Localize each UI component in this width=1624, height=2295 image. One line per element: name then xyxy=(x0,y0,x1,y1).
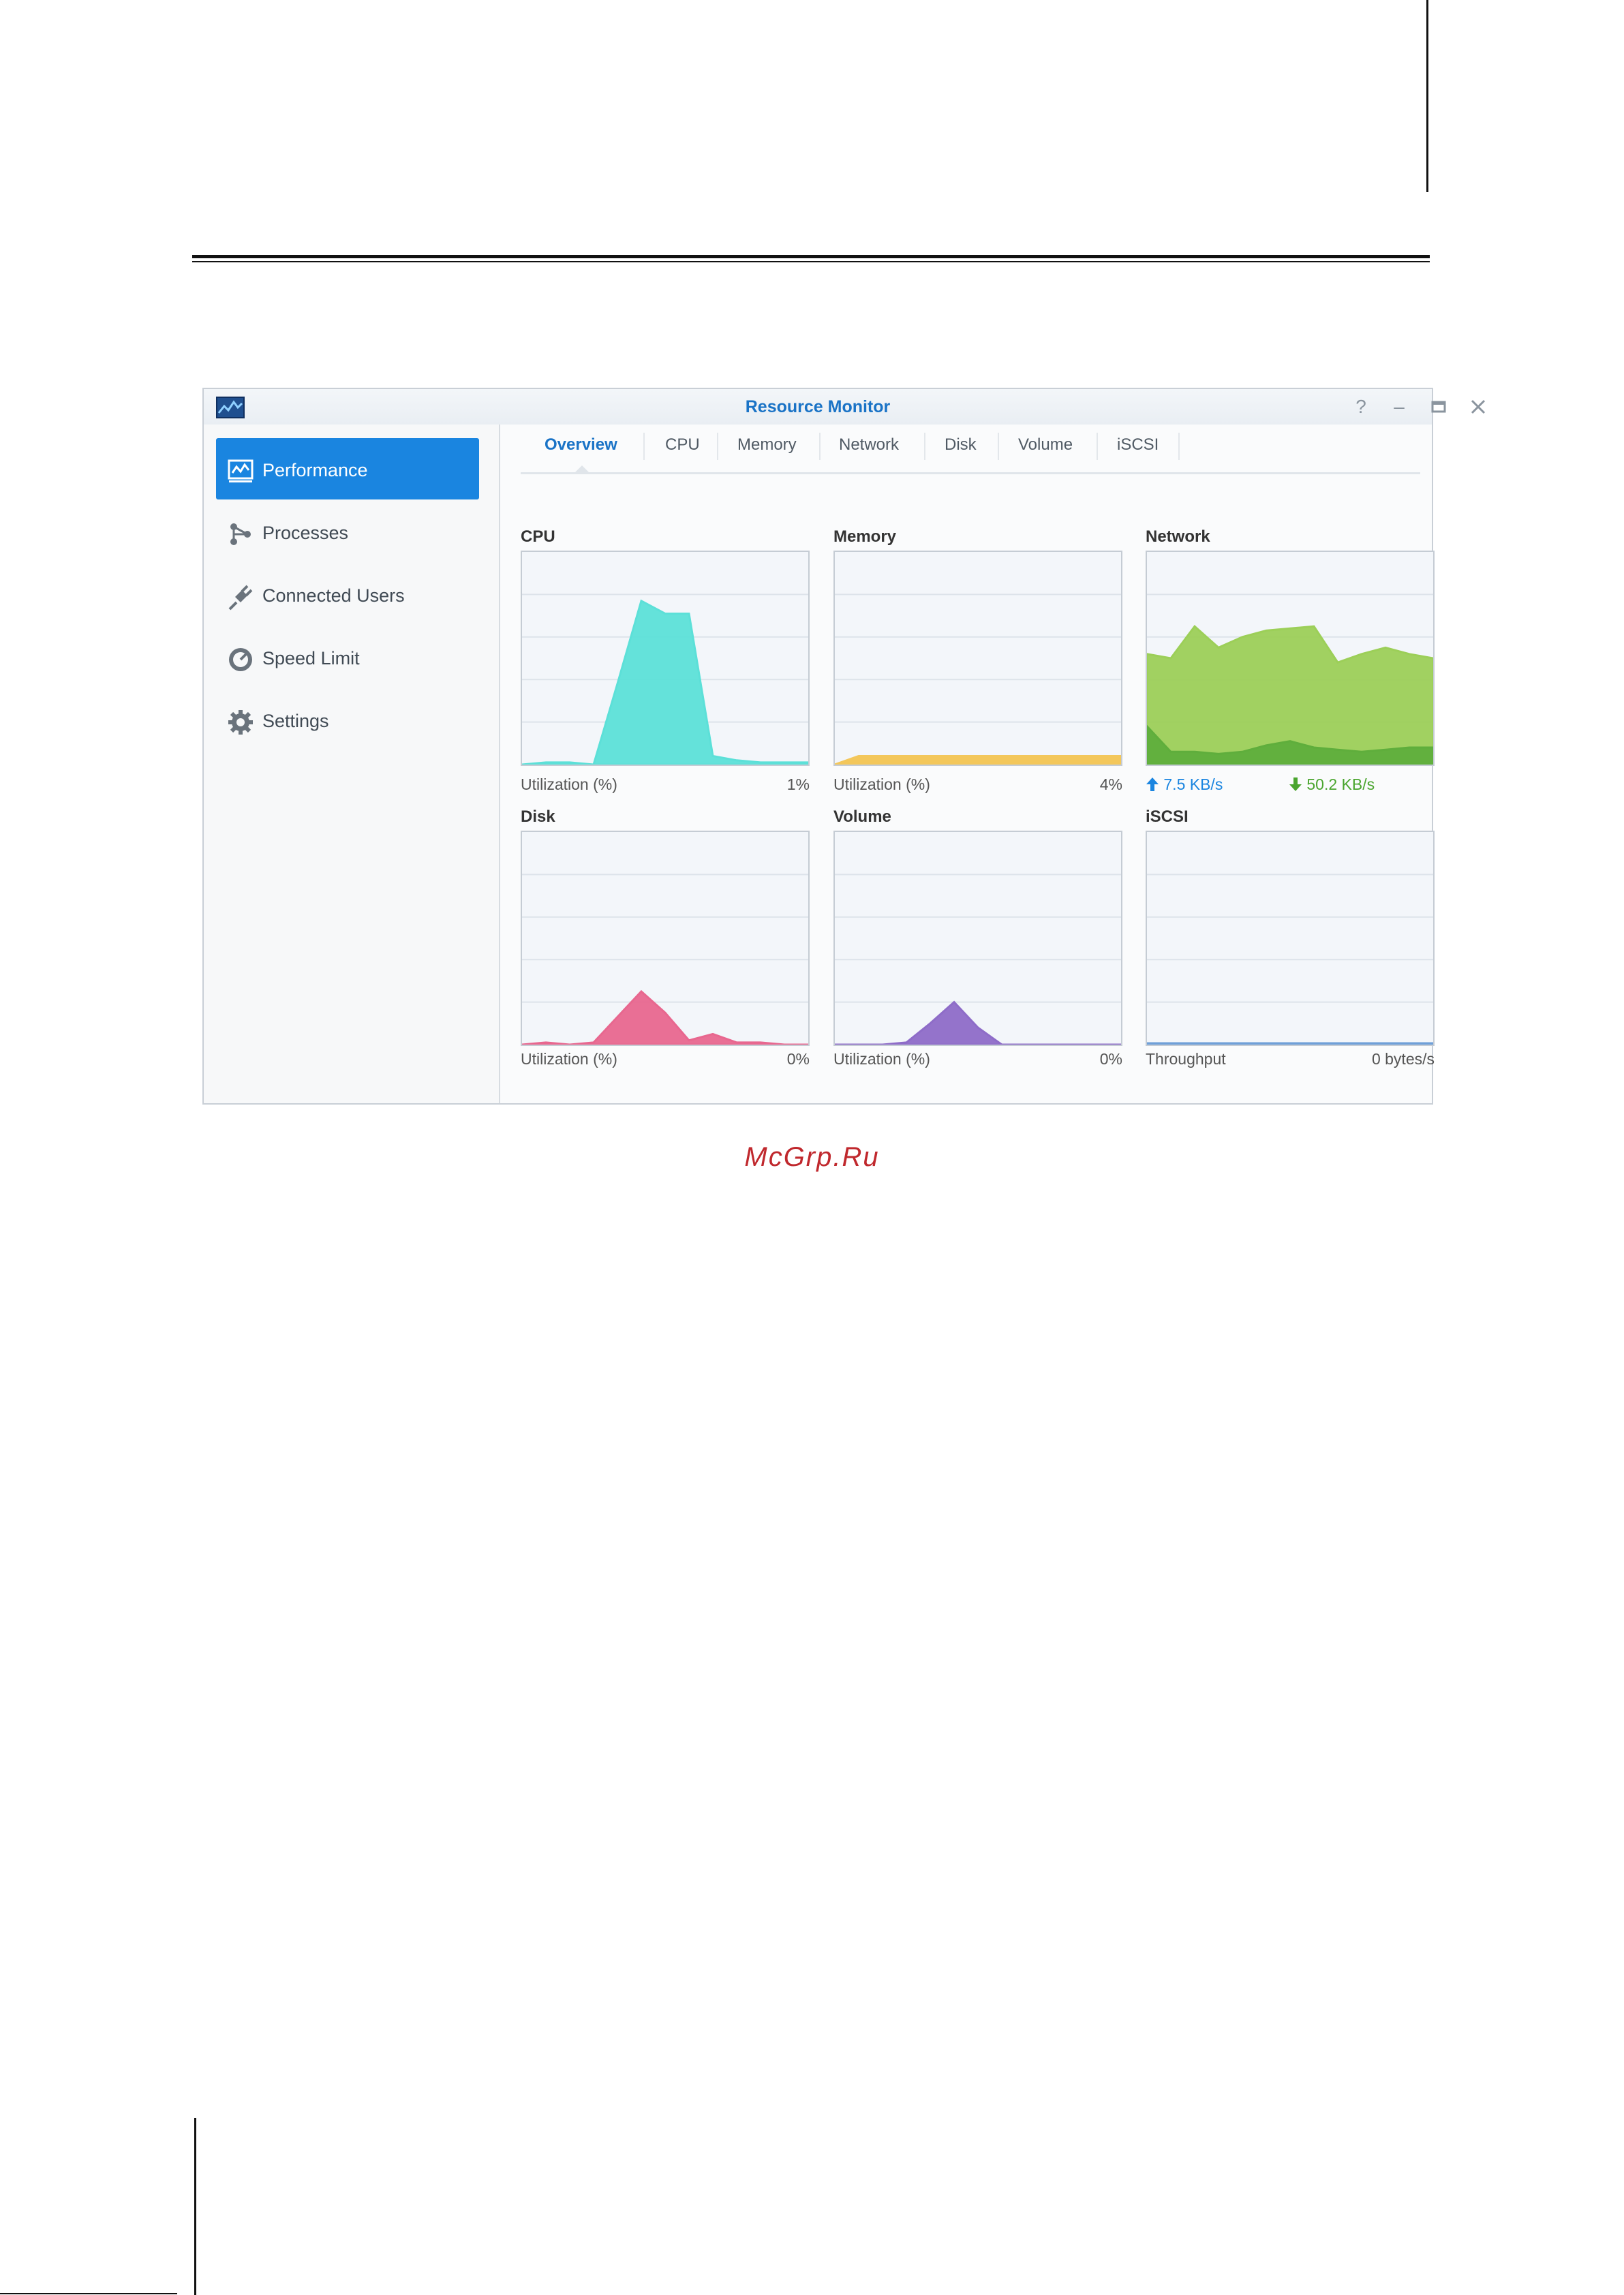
active-tab-caret xyxy=(575,465,589,472)
tab-overview[interactable]: Overview xyxy=(545,435,617,455)
tab-separator xyxy=(717,433,718,460)
tab-cpu[interactable]: CPU xyxy=(665,435,700,455)
sidebar-item-performance[interactable]: Performance xyxy=(216,438,479,499)
tab-separator xyxy=(643,433,645,460)
tab-iscsi[interactable]: iSCSI xyxy=(1117,435,1159,455)
cpu-chart[interactable] xyxy=(521,551,810,766)
tab-volume[interactable]: Volume xyxy=(1018,435,1073,455)
speedometer-icon xyxy=(229,648,252,671)
sidebar-item-label: Speed Limit xyxy=(262,648,360,668)
network-upload-value: 7.5 KB/s xyxy=(1163,775,1223,793)
cpu-footer-value: 1% xyxy=(786,775,810,793)
network-upload: 7.5 KB/s xyxy=(1146,775,1223,794)
iscsi-footer-label: Throughput xyxy=(1146,1050,1226,1068)
tab-memory[interactable]: Memory xyxy=(737,435,797,455)
network-chart[interactable] xyxy=(1146,551,1435,766)
close-icon[interactable] xyxy=(1466,395,1490,419)
sidebar-item-connected-users[interactable]: Connected Users xyxy=(216,564,479,625)
sidebar-item-label: Processes xyxy=(262,523,349,543)
network-download-value: 50.2 KB/s xyxy=(1306,775,1375,793)
iscsi-panel-title: iSCSI xyxy=(1146,807,1189,826)
disk-series-0-area xyxy=(522,989,808,1045)
memory-chart[interactable] xyxy=(833,551,1122,766)
page-rule-horizontal-thin xyxy=(192,261,1430,262)
network-chart-svg xyxy=(1147,594,1433,765)
processes-icon xyxy=(230,523,251,545)
memory-series-0-area xyxy=(835,755,1121,765)
gear-icon xyxy=(228,710,253,735)
cpu-chart-svg xyxy=(522,594,808,765)
tab-bar: Overview CPU Memory Network Disk Volume … xyxy=(521,425,1420,474)
tab-separator xyxy=(1178,433,1180,460)
tab-separator xyxy=(1097,433,1098,460)
volume-footer-value: 0% xyxy=(1099,1050,1122,1068)
cpu-footer-label: Utilization (%) xyxy=(521,775,617,793)
sidebar: Performance Processes Connected Users Sp… xyxy=(204,425,500,1103)
disk-chart-svg xyxy=(522,874,808,1045)
titlebar[interactable]: Resource Monitor ? – xyxy=(204,389,1486,425)
cpu-series-0-area xyxy=(522,599,808,765)
iscsi-chart[interactable] xyxy=(1146,831,1435,1046)
tab-separator xyxy=(998,433,999,460)
arrow-up-icon xyxy=(1146,777,1159,791)
sidebar-item-label: Settings xyxy=(262,711,329,731)
iscsi-footer-value: 0 bytes/s xyxy=(1371,1050,1435,1068)
sidebar-item-settings[interactable]: Settings xyxy=(216,689,479,750)
disk-chart[interactable] xyxy=(521,831,810,1046)
help-icon[interactable]: ? xyxy=(1349,395,1373,419)
memory-panel-title: Memory xyxy=(833,527,897,546)
sidebar-item-speed-limit[interactable]: Speed Limit xyxy=(216,626,479,688)
memory-footer-label: Utilization (%) xyxy=(833,775,930,793)
watermark-text: McGrp.Ru xyxy=(744,1142,880,1172)
network-download: 50.2 KB/s xyxy=(1289,775,1375,794)
arrow-down-icon xyxy=(1289,777,1302,791)
resource-monitor-window: Resource Monitor ? – Performance Process… xyxy=(202,388,1486,1105)
page-rule-horizontal-thick xyxy=(192,255,1430,258)
page-rule-vertical-top xyxy=(1426,0,1428,192)
maximize-icon[interactable] xyxy=(1426,395,1451,419)
tab-network[interactable]: Network xyxy=(839,435,899,455)
window-title: Resource Monitor xyxy=(745,397,891,416)
volume-footer-label: Utilization (%) xyxy=(833,1050,930,1068)
volume-series-0-area xyxy=(835,1000,1121,1045)
page-rule-horizontal-bottom xyxy=(0,2293,177,2294)
disk-footer-label: Utilization (%) xyxy=(521,1050,617,1068)
tab-separator xyxy=(819,433,821,460)
sidebar-item-label: Performance xyxy=(262,460,368,480)
network-panel-title: Network xyxy=(1146,527,1210,546)
plug-icon xyxy=(228,585,253,611)
volume-panel-title: Volume xyxy=(833,807,891,826)
disk-panel-title: Disk xyxy=(521,807,555,826)
memory-footer-value: 4% xyxy=(1099,775,1122,793)
performance-icon xyxy=(228,459,254,482)
cpu-panel-title: CPU xyxy=(521,527,555,546)
sidebar-item-label: Connected Users xyxy=(262,585,405,606)
iscsi-chart-svg xyxy=(1147,874,1433,1045)
disk-footer-value: 0% xyxy=(786,1050,810,1068)
volume-chart-svg xyxy=(835,874,1121,1045)
page-rule-vertical-bottom xyxy=(194,2118,196,2295)
minimize-icon[interactable]: – xyxy=(1387,395,1411,419)
volume-chart[interactable] xyxy=(833,831,1122,1046)
sidebar-item-processes[interactable]: Processes xyxy=(216,501,479,562)
memory-chart-svg xyxy=(835,594,1121,765)
tab-separator xyxy=(924,433,925,460)
tab-disk[interactable]: Disk xyxy=(945,435,977,455)
